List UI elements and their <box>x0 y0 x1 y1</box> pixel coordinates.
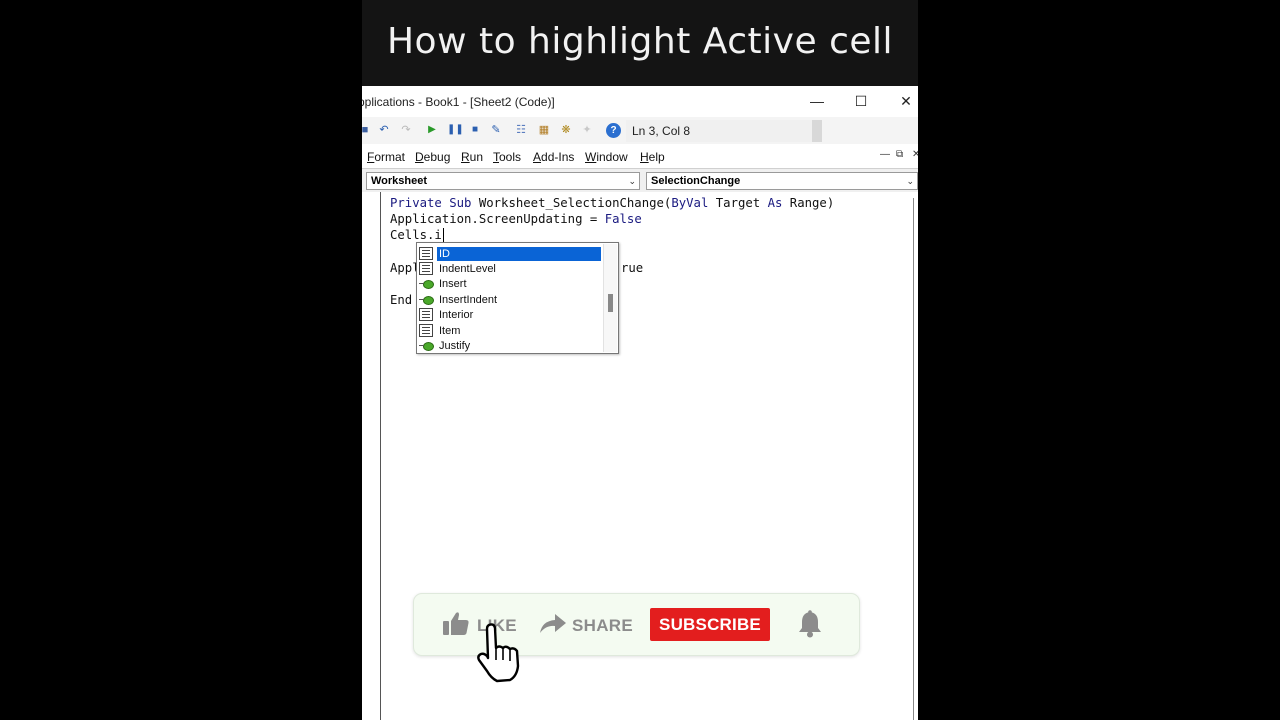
code-window-header: Worksheet ⌄ SelectionChange ⌄ <box>362 168 918 192</box>
autocomplete-item[interactable]: Justify <box>417 338 603 353</box>
object-browser-icon[interactable]: ❋ <box>559 123 573 137</box>
menu-run[interactable]: Run <box>461 150 483 164</box>
close-icon[interactable]: ✕ <box>896 92 916 110</box>
autocomplete-item[interactable]: Interior <box>417 307 603 322</box>
autocomplete-item[interactable]: IndentLevel <box>417 261 603 276</box>
property-icon <box>419 262 433 275</box>
procedure-dropdown-value: SelectionChange <box>651 175 741 187</box>
line-col-label: Ln 3, Col 8 <box>632 124 691 138</box>
text-caret <box>443 228 444 242</box>
properties-window-icon[interactable]: ▦ <box>537 123 551 137</box>
editor-margin <box>380 192 381 720</box>
procedure-dropdown[interactable]: SelectionChange ⌄ <box>646 172 918 190</box>
cursor-position-status: Ln 3, Col 8 <box>626 120 822 142</box>
object-dropdown[interactable]: Worksheet ⌄ <box>366 172 640 190</box>
save-icon[interactable]: ■ <box>362 123 372 137</box>
screen-recording: How to highlight Active cell pplications… <box>362 0 918 720</box>
menu-format[interactable]: Format <box>367 150 405 164</box>
code-line-5: End <box>390 293 413 307</box>
autocomplete-item-label: ID <box>436 246 602 262</box>
code-line-3: Cells.i <box>390 228 442 242</box>
reset-icon[interactable]: ■ <box>468 123 482 137</box>
property-icon <box>419 247 433 260</box>
toolbox-icon[interactable]: ✦ <box>580 123 594 137</box>
property-icon <box>419 324 433 337</box>
code-line-4-end: rue <box>621 261 644 275</box>
autocomplete-item-label: IndentLevel <box>439 263 496 275</box>
method-icon <box>419 293 434 306</box>
editor-scrollbar-edge <box>913 198 914 720</box>
menu-help[interactable]: Help <box>640 150 665 164</box>
chevron-down-icon: ⌄ <box>628 176 636 186</box>
mdi-restore-icon[interactable]: ⧉ <box>896 149 903 160</box>
undo-icon[interactable]: ↶ <box>377 123 391 137</box>
autocomplete-list[interactable]: ID IndentLevel Insert InsertIndent Inter… <box>416 242 619 354</box>
method-icon <box>419 339 434 352</box>
mdi-minimize-icon[interactable]: — <box>880 149 890 160</box>
help-icon[interactable]: ? <box>606 123 621 138</box>
redo-icon[interactable]: ↷ <box>399 123 413 137</box>
window-title: pplications - Book1 - [Sheet2 (Code)] <box>362 95 555 109</box>
standard-toolbar: ■ ↶ ↷ ▶ ❚❚ ■ ✎ ☷ ▦ ❋ ✦ ? Ln 3, Col 8 <box>362 117 918 144</box>
maximize-icon[interactable]: ☐ <box>851 92 871 110</box>
run-icon[interactable]: ▶ <box>425 123 439 137</box>
autocomplete-item[interactable]: InsertIndent <box>417 292 603 307</box>
menu-window[interactable]: Window <box>585 150 628 164</box>
mdi-close-icon[interactable]: ✕ <box>912 149 918 160</box>
break-icon[interactable]: ❚❚ <box>447 123 464 137</box>
toolbar-scroll[interactable] <box>812 120 822 142</box>
autocomplete-item[interactable]: Insert <box>417 276 603 291</box>
autocomplete-item[interactable]: Item <box>417 323 603 338</box>
autocomplete-item-label: Item <box>439 325 461 337</box>
menu-debug[interactable]: Debug <box>415 150 450 164</box>
autocomplete-item[interactable]: ID <box>417 246 603 262</box>
menu-tools[interactable]: Tools <box>493 150 521 164</box>
method-icon <box>419 277 434 290</box>
scrollbar-thumb[interactable] <box>608 294 613 312</box>
share-label[interactable]: SHARE <box>572 616 633 636</box>
autocomplete-scrollbar[interactable] <box>603 244 617 352</box>
design-mode-icon[interactable]: ✎ <box>489 123 503 137</box>
chevron-down-icon: ⌄ <box>906 176 914 186</box>
subscribe-button[interactable]: SUBSCRIBE <box>650 608 770 641</box>
object-dropdown-value: Worksheet <box>371 175 428 187</box>
autocomplete-item-label: Interior <box>439 309 474 321</box>
thumbs-up-icon[interactable] <box>442 611 470 637</box>
video-frame: How to highlight Active cell pplications… <box>0 0 1280 720</box>
code-line-2: Application.ScreenUpdating = False <box>390 212 642 226</box>
autocomplete-item-label: InsertIndent <box>439 294 498 306</box>
property-icon <box>419 308 433 321</box>
autocomplete-item-label: Insert <box>439 278 467 290</box>
window-titlebar: pplications - Book1 - [Sheet2 (Code)] — … <box>362 86 918 117</box>
hand-pointer-icon <box>477 623 520 683</box>
video-title-banner: How to highlight Active cell <box>362 0 918 86</box>
project-explorer-icon[interactable]: ☷ <box>514 123 528 137</box>
autocomplete-item-label: Justify <box>439 340 471 352</box>
menu-add-ins[interactable]: Add-Ins <box>533 150 574 164</box>
share-arrow-icon[interactable] <box>539 614 566 634</box>
code-line-1: Private Sub Worksheet_SelectionChange(By… <box>390 196 835 210</box>
menu-bar: Format Debug Run Tools Add-Ins Window He… <box>362 146 918 168</box>
minimize-icon[interactable]: — <box>807 92 827 110</box>
bell-icon[interactable] <box>797 610 823 638</box>
